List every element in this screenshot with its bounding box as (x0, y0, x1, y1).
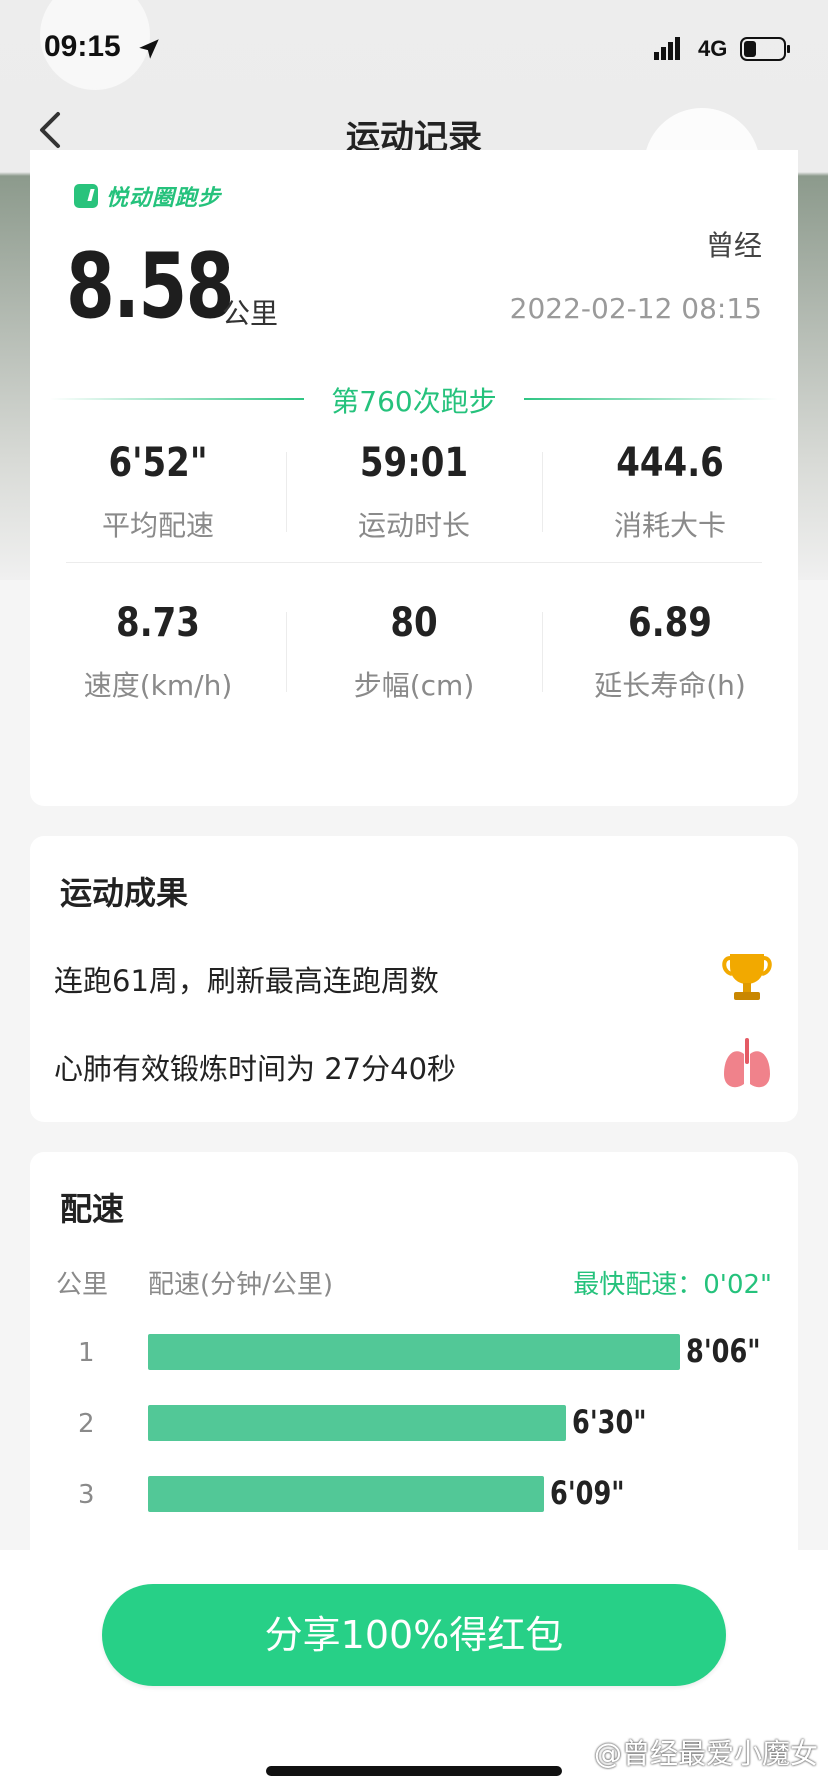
column-divider (286, 452, 287, 532)
brand-name: 悦动圈跑步 (106, 186, 222, 211)
pace-km-label: 1 (78, 1338, 95, 1368)
brand-logo: 悦动圈跑步 (74, 180, 221, 212)
signal-icon (654, 37, 680, 60)
location-arrow-icon (139, 39, 159, 59)
pace-col-km: 公里 (56, 1270, 109, 1300)
run-datetime: 2022-02-12 08:15 (509, 292, 762, 325)
stat-label: 速度(km/h) (83, 669, 233, 702)
stat-value: 444.6 (616, 440, 724, 486)
stat-duration: 59:01 运动时长 (286, 440, 542, 544)
card-top-strip (30, 150, 798, 180)
column-divider (286, 612, 287, 692)
pace-km-label: 2 (78, 1409, 95, 1439)
bottom-bar: 分享100%得红包 @曾经最爱小魔女 (0, 1550, 828, 1792)
distance-unit: 公里 (222, 297, 279, 330)
stat-label: 运动时长 (357, 509, 470, 542)
stat-value: 6'52" (108, 440, 208, 486)
status-bar: 09:15 4G (0, 0, 828, 100)
home-indicator (266, 1766, 562, 1776)
lungs-icon (724, 1038, 770, 1088)
stat-label: 延长寿命(h) (594, 669, 746, 702)
pace-bar (148, 1405, 566, 1441)
share-button[interactable]: 分享100%得红包 (102, 1584, 726, 1686)
watermark: @曾经最爱小魔女 (593, 1737, 818, 1770)
pace-km-label: 3 (78, 1480, 95, 1510)
pace-bar (148, 1476, 544, 1512)
stat-value: 6.89 (628, 600, 712, 646)
stat-speed: 8.73 速度(km/h) (30, 600, 286, 704)
user-name[interactable]: 曾经 (706, 224, 762, 264)
achievement-text: 连跑61周，刷新最高连跑周数 (54, 964, 439, 998)
run-summary-card: 悦动圈跑步 曾经 8.58 公里 2022-02-12 08:15 第760次跑… (30, 150, 798, 806)
brand-icon (74, 184, 98, 208)
pace-row: 2 6'30" (30, 1403, 798, 1445)
achievements-title: 运动成果 (60, 874, 189, 912)
pace-value: 6'09" (550, 1474, 625, 1512)
achievements-card: 运动成果 连跑61周，刷新最高连跑周数 心肺有效锻炼时间为 27分40秒 (30, 836, 798, 1122)
stat-label: 步幅(cm) (353, 669, 475, 702)
stat-stride: 80 步幅(cm) (286, 600, 542, 704)
trophy-icon (722, 954, 772, 1000)
column-divider (542, 452, 543, 532)
stat-avg-pace: 6'52" 平均配速 (30, 440, 286, 544)
distance-value: 8.58 (66, 234, 235, 339)
pace-row: 1 8'06" (30, 1332, 798, 1374)
stat-value: 59:01 (359, 440, 469, 486)
run-count-row: 第760次跑步 (50, 378, 778, 418)
pace-row: 3 6'09" (30, 1474, 798, 1516)
divider-line (524, 398, 778, 400)
stat-calories: 444.6 消耗大卡 (542, 440, 798, 544)
status-time: 09:15 (44, 30, 121, 63)
run-count: 第760次跑步 (331, 385, 497, 418)
battery-icon (740, 37, 790, 61)
network-type: 4G (698, 36, 728, 61)
pace-col-pace: 配速(分钟/公里) (148, 1270, 334, 1300)
pace-value: 6'30" (572, 1403, 647, 1441)
pace-title: 配速 (60, 1190, 125, 1228)
achievement-item: 心肺有效锻炼时间为 27分40秒 (54, 1036, 774, 1092)
row-divider (66, 562, 762, 563)
pace-value: 8'06" (686, 1332, 761, 1370)
achievement-text: 心肺有效锻炼时间为 27分40秒 (54, 1052, 457, 1086)
pace-card: 配速 公里 配速(分钟/公里) 最快配速：0'02" 1 8'06" 2 6'30" 3… (30, 1152, 798, 1572)
pace-bar (148, 1334, 680, 1370)
achievement-item: 连跑61周，刷新最高连跑周数 (54, 948, 774, 1004)
stat-life-extension: 6.89 延长寿命(h) (542, 600, 798, 704)
stat-label: 消耗大卡 (613, 509, 726, 542)
stat-value: 80 (390, 600, 438, 646)
stat-value: 8.73 (116, 600, 200, 646)
stat-label: 平均配速 (101, 509, 214, 542)
column-divider (542, 612, 543, 692)
fastest-pace: 最快配速：0'02" (573, 1270, 772, 1300)
